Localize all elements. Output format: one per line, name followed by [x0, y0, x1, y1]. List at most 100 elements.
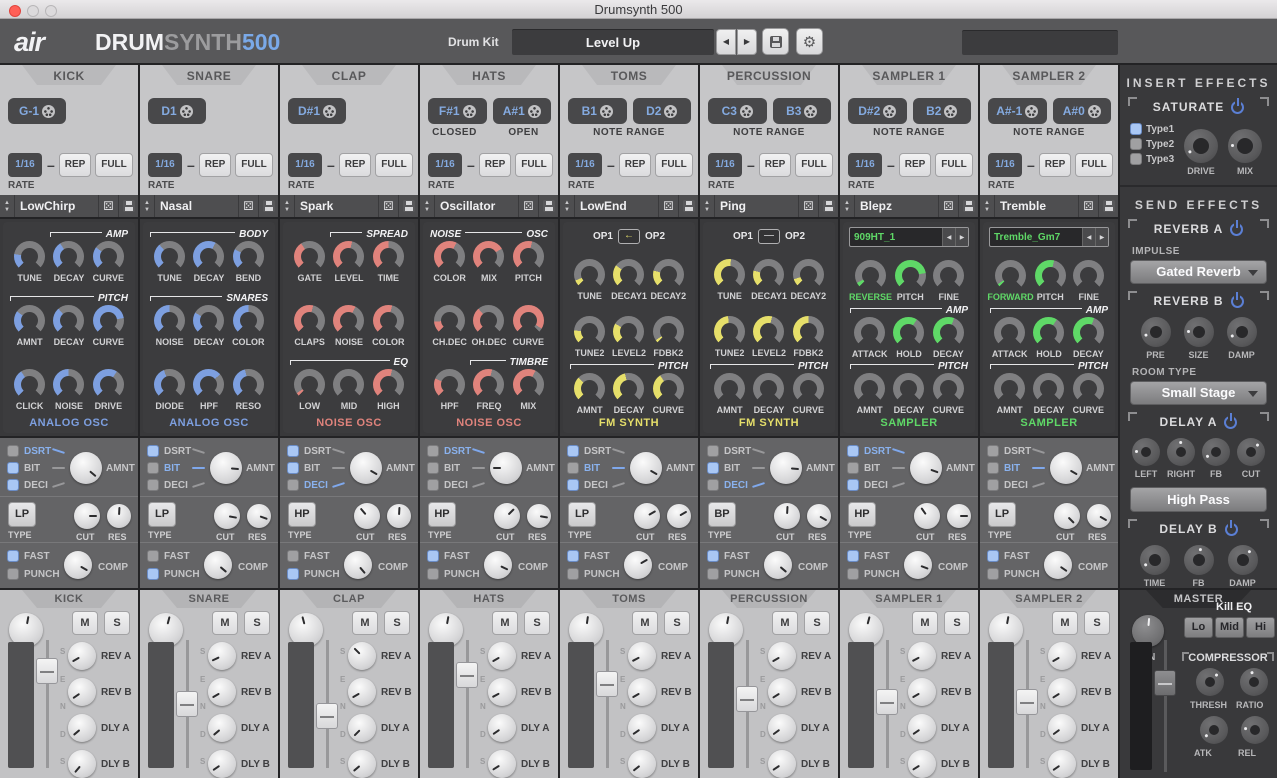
solo-button[interactable]: S — [104, 611, 130, 635]
preset-spinner[interactable]: ▲▼ — [280, 195, 295, 217]
dly-b-knob[interactable] — [628, 750, 656, 778]
dly-a-knob[interactable] — [208, 714, 236, 742]
save-preset-icon[interactable] — [258, 195, 278, 217]
amnt-knob[interactable] — [714, 373, 745, 404]
delay-filter-mode-button[interactable]: High Pass — [1130, 487, 1267, 512]
fb-knob[interactable] — [1184, 545, 1214, 575]
crush-label[interactable]: BIT — [164, 463, 180, 474]
res-knob[interactable] — [1087, 504, 1111, 528]
impulse-dropdown[interactable]: Gated Reverb — [1130, 260, 1267, 284]
decay1-knob[interactable] — [753, 259, 784, 290]
amnt-knob[interactable] — [490, 452, 522, 484]
cut-knob[interactable] — [914, 503, 940, 529]
thresh-knob[interactable] — [1196, 668, 1224, 696]
mute-button[interactable]: M — [352, 611, 378, 635]
crush-label[interactable]: DSRT — [864, 446, 891, 457]
fast-checkbox[interactable] — [7, 550, 19, 562]
note-chip[interactable]: B1 — [568, 98, 627, 124]
rev-b-knob[interactable] — [628, 678, 656, 706]
fine-knob[interactable] — [933, 260, 964, 291]
decay-knob[interactable] — [193, 305, 224, 336]
filter-type-button[interactable]: LP — [568, 502, 596, 527]
decay2-knob[interactable] — [653, 259, 684, 290]
dsrt-checkbox[interactable] — [147, 445, 159, 457]
crush-label[interactable]: DECI — [584, 480, 608, 491]
fast-checkbox[interactable] — [707, 550, 719, 562]
decay1-knob[interactable] — [613, 259, 644, 290]
fdbk2-knob[interactable] — [793, 316, 824, 347]
fader-track[interactable] — [466, 640, 469, 768]
color-knob[interactable] — [233, 305, 264, 336]
saturate-power-icon[interactable] — [1231, 101, 1244, 114]
bit-checkbox[interactable] — [427, 462, 439, 474]
full-button[interactable]: FULL — [795, 153, 833, 177]
dly-b-knob[interactable] — [1048, 750, 1076, 778]
note-chip[interactable]: A#-1 — [988, 98, 1047, 124]
preset-spinner[interactable]: ▲▼ — [0, 195, 15, 217]
type3-checkbox[interactable] — [1130, 153, 1142, 165]
tune2-knob[interactable] — [574, 316, 605, 347]
randomize-dice-icon[interactable]: ⚄ — [518, 195, 538, 217]
rev-a-knob[interactable] — [488, 642, 516, 670]
rep-button[interactable]: REP — [339, 153, 371, 177]
rate-value[interactable]: 1/16 — [988, 153, 1022, 177]
deci-checkbox[interactable] — [707, 479, 719, 491]
hold-knob[interactable] — [1033, 317, 1064, 348]
dly-b-knob[interactable] — [348, 750, 376, 778]
solo-button[interactable]: S — [944, 611, 970, 635]
pitch-knob[interactable] — [1035, 260, 1066, 291]
tune2-knob[interactable] — [714, 316, 745, 347]
crush-label[interactable]: BIT — [724, 463, 740, 474]
save-preset-icon[interactable] — [1098, 195, 1118, 217]
fader-track[interactable] — [606, 640, 609, 768]
oh-dec-knob[interactable] — [473, 305, 504, 336]
crush-label[interactable]: DECI — [304, 480, 328, 491]
decay-knob[interactable] — [1073, 317, 1104, 348]
synth-preset-name[interactable]: Spark — [295, 199, 378, 213]
solo-button[interactable]: S — [244, 611, 270, 635]
bit-checkbox[interactable] — [7, 462, 19, 474]
rev-a-knob[interactable] — [1048, 642, 1076, 670]
sample-next-button[interactable]: ▶ — [1095, 228, 1108, 246]
preset-spinner[interactable]: ▲▼ — [560, 195, 575, 217]
amnt-knob[interactable] — [770, 452, 802, 484]
reverb-b-power-icon[interactable] — [1231, 295, 1244, 308]
reso-knob[interactable] — [233, 369, 264, 400]
color-knob[interactable] — [373, 305, 404, 336]
deci-checkbox[interactable] — [7, 479, 19, 491]
dly-b-knob[interactable] — [768, 750, 796, 778]
mix-knob[interactable] — [473, 241, 504, 272]
forward-knob[interactable] — [995, 260, 1026, 291]
mute-button[interactable]: M — [912, 611, 938, 635]
synth-preset-name[interactable]: Blepz — [855, 199, 938, 213]
attack-knob[interactable] — [854, 317, 885, 348]
dly-a-knob[interactable] — [488, 714, 516, 742]
cut-knob[interactable] — [634, 503, 660, 529]
damp-knob[interactable] — [1227, 317, 1257, 347]
bit-checkbox[interactable] — [147, 462, 159, 474]
deci-checkbox[interactable] — [427, 479, 439, 491]
full-button[interactable]: FULL — [375, 153, 413, 177]
kit-next-button[interactable]: ▶ — [737, 29, 757, 55]
save-preset-icon[interactable] — [958, 195, 978, 217]
time-knob[interactable] — [1140, 545, 1170, 575]
bit-checkbox[interactable] — [567, 462, 579, 474]
amnt-knob[interactable] — [574, 373, 605, 404]
color-knob[interactable] — [434, 241, 465, 272]
dsrt-checkbox[interactable] — [7, 445, 19, 457]
crush-label[interactable]: BIT — [304, 463, 320, 474]
filter-type-button[interactable]: HP — [288, 502, 316, 527]
rev-b-knob[interactable] — [908, 678, 936, 706]
pitch-knob[interactable] — [895, 260, 926, 291]
randomize-dice-icon[interactable]: ⚄ — [938, 195, 958, 217]
res-knob[interactable] — [667, 504, 691, 528]
amnt-knob[interactable] — [350, 452, 382, 484]
crush-label[interactable]: BIT — [864, 463, 880, 474]
crush-label[interactable]: BIT — [444, 463, 460, 474]
punch-checkbox[interactable] — [987, 568, 999, 580]
rev-b-knob[interactable] — [68, 678, 96, 706]
fdbk2-knob[interactable] — [653, 316, 684, 347]
save-preset-icon[interactable] — [818, 195, 838, 217]
delay-a-power-icon[interactable] — [1224, 416, 1237, 429]
tune-knob[interactable] — [154, 241, 185, 272]
